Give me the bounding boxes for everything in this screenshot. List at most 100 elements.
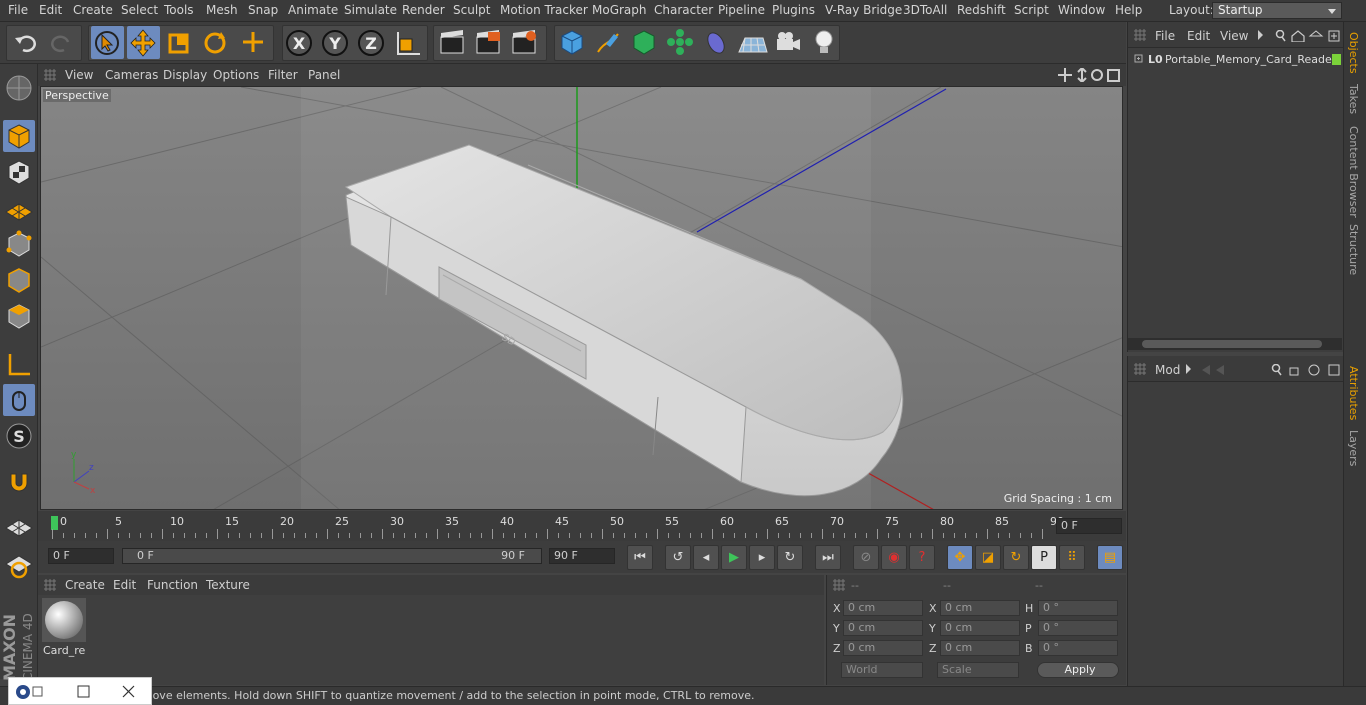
coordinate-mode-select[interactable]: World	[841, 662, 923, 678]
play-button[interactable]: ▶	[721, 545, 747, 570]
coordinate-system-button[interactable]	[392, 26, 425, 59]
viewport-menu-display[interactable]: Display	[163, 68, 207, 82]
cube-object-button[interactable]	[556, 26, 589, 59]
viewport-nav-icons[interactable]	[1058, 68, 1122, 82]
previous-key-button[interactable]: ↺	[665, 545, 691, 570]
menu-vray-bridge[interactable]: V-Ray Bridge	[825, 3, 902, 17]
key-scale-button[interactable]: ◪	[975, 545, 1001, 570]
menu-3dtoall[interactable]: 3DToAll	[903, 3, 947, 17]
end-frame-field[interactable]: 90 F	[549, 548, 615, 564]
points-mode-button[interactable]	[3, 228, 35, 260]
z-axis-lock-button[interactable]: Z	[355, 26, 388, 59]
x-axis-lock-button[interactable]: X	[283, 26, 316, 59]
menu-help[interactable]: Help	[1115, 3, 1142, 17]
timeline-window-button[interactable]: ▤	[1097, 545, 1123, 570]
menu-simulate[interactable]: Simulate	[344, 3, 397, 17]
maximize-icon[interactable]	[77, 685, 91, 699]
key-pla-button[interactable]: ⠿	[1059, 545, 1085, 570]
viewport-menu-panel[interactable]: Panel	[308, 68, 340, 82]
render-settings-button[interactable]	[508, 26, 541, 59]
material-menu-texture[interactable]: Texture	[206, 578, 250, 592]
menu-render[interactable]: Render	[402, 3, 445, 17]
pos-x-field[interactable]: 0 cm	[843, 600, 923, 616]
scrollbar-thumb[interactable]	[1142, 340, 1322, 348]
objects-horizontal-scrollbar[interactable]	[1128, 338, 1342, 350]
rot-b-field[interactable]: 0 °	[1038, 640, 1118, 656]
go-to-start-button[interactable]: ⏮	[627, 545, 653, 570]
autokey-button[interactable]: ◉	[881, 545, 907, 570]
menu-animate[interactable]: Animate	[288, 3, 338, 17]
rotate-tool-button[interactable]	[199, 26, 232, 59]
menu-select[interactable]: Select	[121, 3, 158, 17]
menu-create[interactable]: Create	[73, 3, 113, 17]
size-z-field[interactable]: 0 cm	[940, 640, 1020, 656]
go-to-end-button[interactable]: ⏭	[815, 545, 841, 570]
tweak-mode-button[interactable]	[3, 384, 35, 416]
material-menu-edit[interactable]: Edit	[113, 578, 136, 592]
cinema4d-app-icon[interactable]	[15, 684, 45, 700]
cloner-button[interactable]	[664, 26, 697, 59]
tab-structure[interactable]: Structure	[1347, 224, 1360, 275]
material-item[interactable]: Card_re	[42, 598, 86, 657]
pos-z-field[interactable]: 0 cm	[843, 640, 923, 656]
snap-button[interactable]	[3, 466, 35, 498]
axis-mode-button[interactable]	[3, 348, 35, 380]
tab-layers[interactable]: Layers	[1347, 430, 1360, 466]
timeline-ruler[interactable]: 051015202530354045505560657075808590 0 F	[38, 511, 1126, 541]
polygons-mode-button[interactable]	[3, 300, 35, 332]
subdivision-button[interactable]	[628, 26, 661, 59]
key-parameter-button[interactable]: P	[1031, 545, 1057, 570]
menu-script[interactable]: Script	[1014, 3, 1049, 17]
tab-attributes[interactable]: Attributes	[1347, 366, 1360, 420]
tab-takes[interactable]: Takes	[1347, 84, 1360, 114]
menu-pipeline[interactable]: Pipeline	[718, 3, 765, 17]
make-editable-button[interactable]	[3, 72, 35, 104]
viewport-menu-cameras[interactable]: Cameras	[105, 68, 158, 82]
scale-mode-select[interactable]: Scale	[937, 662, 1019, 678]
close-icon[interactable]	[122, 685, 136, 699]
texture-mode-button[interactable]	[3, 156, 35, 188]
object-tree-item[interactable]: L0 Portable_Memory_Card_Reader	[1134, 51, 1344, 69]
menu-redshift[interactable]: Redshift	[957, 3, 1006, 17]
current-frame-field[interactable]: 0 F	[1056, 518, 1122, 534]
edges-mode-button[interactable]	[3, 264, 35, 296]
objects-menu-view[interactable]: View	[1220, 29, 1248, 43]
redo-button[interactable]	[45, 26, 78, 59]
next-key-button[interactable]: ↻	[777, 545, 803, 570]
attribute-tools-icons[interactable]	[1186, 364, 1342, 376]
y-axis-lock-button[interactable]: Y	[319, 26, 352, 59]
camera-button[interactable]	[772, 26, 805, 59]
menu-plugins[interactable]: Plugins	[772, 3, 815, 17]
record-active-button[interactable]: ⊘	[853, 545, 879, 570]
menu-mesh[interactable]: Mesh	[206, 3, 238, 17]
attributes-menu-mode[interactable]: Mod	[1155, 363, 1180, 377]
material-menu-function[interactable]: Function	[147, 578, 198, 592]
workplane-button[interactable]	[3, 192, 35, 224]
start-frame-field[interactable]: 0 F	[48, 548, 114, 564]
light-button[interactable]	[808, 26, 841, 59]
next-frame-button[interactable]: ▸	[749, 545, 775, 570]
menu-window[interactable]: Window	[1058, 3, 1105, 17]
layout-select[interactable]: Startup	[1212, 2, 1342, 19]
menu-file[interactable]: File	[8, 3, 28, 17]
objects-menu-file[interactable]: File	[1155, 29, 1175, 43]
preview-range-slider[interactable]: 0 F 90 F	[122, 548, 542, 564]
floor-button[interactable]	[736, 26, 769, 59]
scale-tool-button[interactable]	[163, 26, 196, 59]
menu-character[interactable]: Character	[654, 3, 713, 17]
menu-tools[interactable]: Tools	[164, 3, 194, 17]
menu-edit[interactable]: Edit	[39, 3, 62, 17]
viewport-menu-view[interactable]: View	[65, 68, 93, 82]
perspective-viewport[interactable]: SD y z x Perspective Grid Spacing : 1 cm	[40, 86, 1123, 510]
rot-p-field[interactable]: 0 °	[1038, 620, 1118, 636]
key-position-button[interactable]: ✥	[947, 545, 973, 570]
menu-mograph[interactable]: MoGraph	[592, 3, 647, 17]
tab-objects[interactable]: Objects	[1347, 32, 1360, 74]
viewport-menu-options[interactable]: Options	[213, 68, 259, 82]
pos-y-field[interactable]: 0 cm	[843, 620, 923, 636]
deformer-button[interactable]	[700, 26, 733, 59]
apply-button[interactable]: Apply	[1037, 662, 1119, 678]
rot-h-field[interactable]: 0 °	[1038, 600, 1118, 616]
key-rotation-button[interactable]: ↻	[1003, 545, 1029, 570]
model-mode-button[interactable]	[3, 120, 35, 152]
